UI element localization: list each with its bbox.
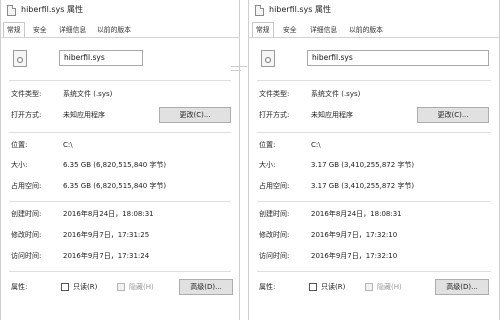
size-on-disk-value: 6.35 GB (6,820,515,840 字节) xyxy=(63,182,167,190)
divider xyxy=(257,201,491,202)
tab-security[interactable]: 安全 xyxy=(30,24,50,36)
open-with-label: 打开方式: xyxy=(259,111,290,119)
file-type-value: 系统文件 (.sys) xyxy=(63,90,113,98)
hidden-checkbox[interactable] xyxy=(365,283,373,291)
change-button[interactable]: 更改(C)... xyxy=(159,107,231,123)
modified-label: 修改时间: xyxy=(259,231,290,239)
location-value: C:\ xyxy=(311,141,321,149)
location-label: 位置: xyxy=(11,141,28,149)
system-file-icon xyxy=(261,50,275,67)
attributes-label: 属性: xyxy=(259,283,276,291)
tab-strip: 常规 安全 详细信息 以前的版本 xyxy=(249,22,499,38)
tab-strip: 常规 安全 详细信息 以前的版本 xyxy=(1,22,239,38)
created-label: 创建时间: xyxy=(11,210,42,218)
gear-icon xyxy=(265,57,271,63)
properties-dialog-after: hiberfil.sys 属性 常规 安全 详细信息 以前的版本 hiberfi… xyxy=(248,0,500,320)
advanced-button[interactable]: 高级(D)... xyxy=(179,279,233,295)
file-type-value: 系统文件 (.sys) xyxy=(311,90,361,98)
hidden-label: 隐藏(H) xyxy=(129,283,154,291)
change-button[interactable]: 更改(C)... xyxy=(417,107,489,123)
hidden-checkbox[interactable] xyxy=(117,283,125,291)
modified-value: 2016年9月7日，17:32:10 xyxy=(311,231,398,239)
window-title: hiberfil.sys 属性 xyxy=(269,5,331,14)
filename-field[interactable]: hiberfil.sys xyxy=(307,50,489,66)
system-file-icon xyxy=(13,50,27,67)
tab-previous-versions[interactable]: 以前的版本 xyxy=(94,24,134,36)
file-type-label: 文件类型: xyxy=(259,90,290,98)
divider xyxy=(257,271,491,272)
open-with-label: 打开方式: xyxy=(11,111,42,119)
readonly-label: 只读(R) xyxy=(321,283,346,291)
location-label: 位置: xyxy=(259,141,276,149)
accessed-label: 访问时间: xyxy=(259,252,290,260)
title-bar: hiberfil.sys 属性 xyxy=(1,0,239,22)
created-value: 2016年8月24日，18:08:31 xyxy=(311,210,402,218)
divider xyxy=(9,80,231,81)
gear-icon xyxy=(17,57,23,63)
modified-label: 修改时间: xyxy=(11,231,42,239)
properties-dialog-before: hiberfil.sys 属性 常规 安全 详细信息 以前的版本 hiberfi… xyxy=(0,0,240,320)
size-on-disk-label: 占用空间: xyxy=(259,182,290,190)
size-value: 6.35 GB (6,820,515,840 字节) xyxy=(63,161,167,169)
window-title: hiberfil.sys 属性 xyxy=(21,5,83,14)
filename-field[interactable]: hiberfil.sys xyxy=(59,50,143,66)
readonly-checkbox[interactable] xyxy=(61,283,69,291)
readonly-label: 只读(R) xyxy=(73,283,98,291)
accessed-value: 2016年9月7日，17:31:24 xyxy=(63,252,150,260)
size-value: 3.17 GB (3,410,255,872 字节) xyxy=(311,161,415,169)
tab-general[interactable]: 常规 xyxy=(3,22,25,37)
file-icon xyxy=(255,5,264,16)
hidden-label: 隐藏(H) xyxy=(377,283,402,291)
size-on-disk-value: 3.17 GB (3,410,255,872 字节) xyxy=(311,182,415,190)
tab-details[interactable]: 详细信息 xyxy=(307,24,340,36)
tab-general[interactable]: 常规 xyxy=(252,22,274,37)
divider xyxy=(257,80,491,81)
tab-security[interactable]: 安全 xyxy=(280,24,300,36)
divider xyxy=(9,201,231,202)
location-value: C:\ xyxy=(63,141,73,149)
tab-previous-versions[interactable]: 以前的版本 xyxy=(346,24,386,36)
modified-value: 2016年9月7日，17:31:25 xyxy=(63,231,150,239)
divider xyxy=(9,271,231,272)
tab-details[interactable]: 详细信息 xyxy=(56,24,89,36)
title-bar: hiberfil.sys 属性 xyxy=(249,0,499,22)
divider xyxy=(231,66,247,67)
created-label: 创建时间: xyxy=(259,210,290,218)
size-on-disk-label: 占用空间: xyxy=(11,182,42,190)
created-value: 2016年8月24日，18:08:31 xyxy=(63,210,154,218)
size-label: 大小: xyxy=(11,161,28,169)
size-label: 大小: xyxy=(259,161,276,169)
file-icon xyxy=(7,5,16,16)
attributes-label: 属性: xyxy=(11,283,28,291)
divider xyxy=(9,132,231,133)
divider xyxy=(231,70,241,71)
readonly-checkbox[interactable] xyxy=(309,283,317,291)
accessed-value: 2016年9月7日，17:32:10 xyxy=(311,252,398,260)
accessed-label: 访问时间: xyxy=(11,252,42,260)
divider xyxy=(257,132,491,133)
open-with-value: 未知应用程序 xyxy=(63,111,105,119)
advanced-button[interactable]: 高级(D)... xyxy=(435,279,489,295)
file-type-label: 文件类型: xyxy=(11,90,42,98)
open-with-value: 未知应用程序 xyxy=(311,111,353,119)
